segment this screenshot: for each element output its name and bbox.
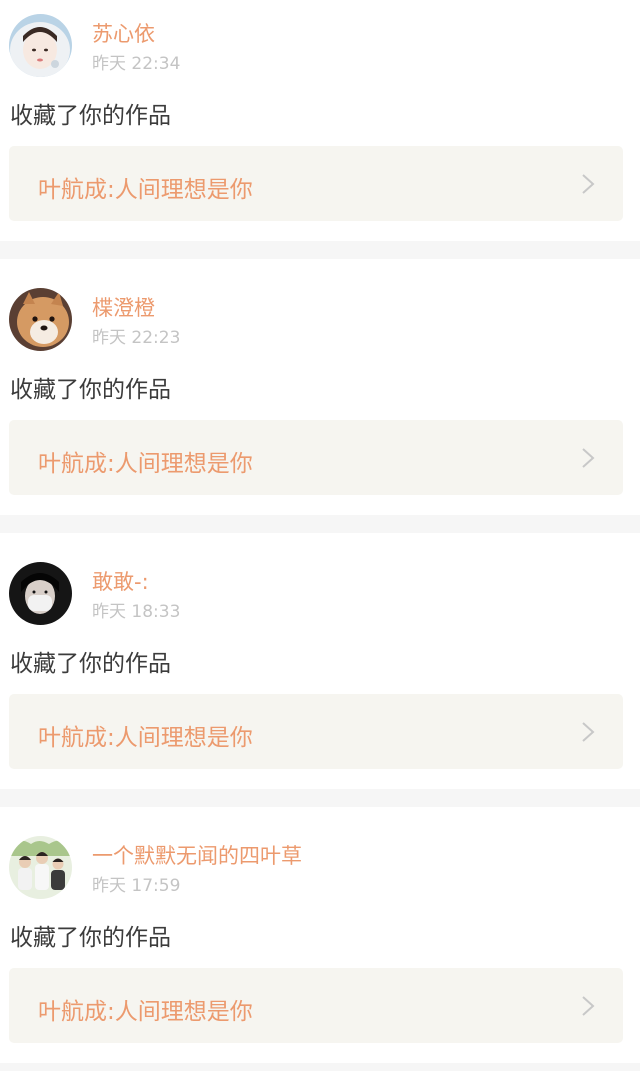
chevron-right-icon — [581, 447, 595, 469]
work-title: 叶航成:人间理想是你 — [38, 177, 253, 203]
work-link-card[interactable]: 叶航成:人间理想是你 — [9, 968, 623, 1043]
timestamp: 昨天 22:34 — [92, 54, 181, 74]
chevron-right-icon — [581, 173, 595, 195]
action-text: 收藏了你的作品 — [10, 925, 171, 951]
timestamp: 昨天 18:33 — [92, 602, 181, 622]
notification-card: 敢敢-: 昨天 18:33 收藏了你的作品 叶航成:人间理想是你 — [0, 533, 640, 789]
avatar[interactable] — [9, 14, 72, 77]
chevron-right-icon — [581, 995, 595, 1017]
notification-card: 楪澄橙 昨天 22:23 收藏了你的作品 叶航成:人间理想是你 — [0, 259, 640, 515]
action-text: 收藏了你的作品 — [10, 651, 171, 677]
timestamp: 昨天 17:59 — [92, 876, 181, 896]
username[interactable]: 苏心依 — [92, 18, 155, 48]
avatar-white-hood-girl-icon — [9, 14, 72, 77]
work-title: 叶航成:人间理想是你 — [38, 451, 253, 477]
username[interactable]: 一个默默无闻的四叶草 — [92, 840, 302, 870]
work-link-card[interactable]: 叶航成:人间理想是你 — [9, 146, 623, 221]
avatar-masked-person-icon — [9, 562, 72, 625]
avatar[interactable] — [9, 288, 72, 351]
divider — [0, 241, 640, 259]
notification-feed: 苏心依 昨天 22:34 收藏了你的作品 叶航成:人间理想是你 楪澄橙 昨天 2… — [0, 0, 640, 1071]
avatar-group-of-boys-icon — [9, 836, 72, 899]
username[interactable]: 敢敢-: — [92, 566, 149, 596]
work-link-card[interactable]: 叶航成:人间理想是你 — [9, 420, 623, 495]
divider — [0, 515, 640, 533]
notification-card: 一个默默无闻的四叶草 昨天 17:59 收藏了你的作品 叶航成:人间理想是你 — [0, 807, 640, 1063]
avatar[interactable] — [9, 836, 72, 899]
avatar-shiba-dog-icon — [9, 288, 72, 351]
chevron-right-icon — [581, 721, 595, 743]
divider — [0, 1063, 640, 1071]
divider — [0, 789, 640, 807]
notification-card: 苏心依 昨天 22:34 收藏了你的作品 叶航成:人间理想是你 — [0, 0, 640, 241]
username[interactable]: 楪澄橙 — [92, 292, 155, 322]
action-text: 收藏了你的作品 — [10, 103, 171, 129]
action-text: 收藏了你的作品 — [10, 377, 171, 403]
timestamp: 昨天 22:23 — [92, 328, 181, 348]
work-title: 叶航成:人间理想是你 — [38, 999, 253, 1025]
avatar[interactable] — [9, 562, 72, 625]
work-title: 叶航成:人间理想是你 — [38, 725, 253, 751]
work-link-card[interactable]: 叶航成:人间理想是你 — [9, 694, 623, 769]
